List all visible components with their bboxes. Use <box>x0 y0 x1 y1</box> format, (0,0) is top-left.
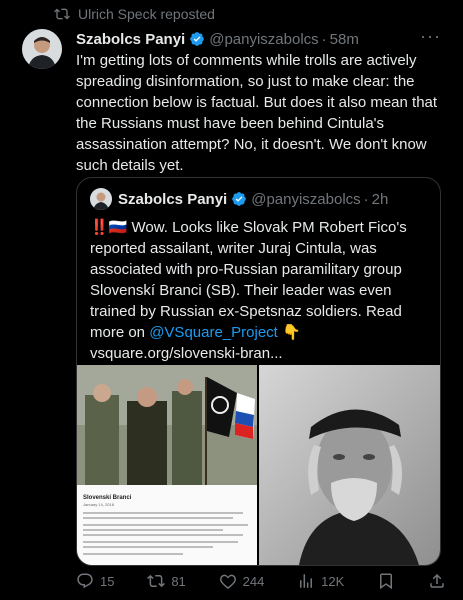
article-link[interactable]: vsquare.org/slovenski-bran... <box>90 345 283 362</box>
author-handle[interactable]: @panyiszabolcs <box>209 31 318 48</box>
views-button[interactable]: 12K <box>297 572 344 590</box>
view-count: 12K <box>321 573 345 589</box>
quoted-text-tail: 👇 <box>277 324 301 341</box>
verified-badge-icon <box>190 32 205 46</box>
bookmark-icon <box>380 573 393 590</box>
repost-icon <box>147 574 166 588</box>
separator-dot: · <box>321 30 327 48</box>
quoted-author-name[interactable]: Szabolcs Panyi <box>118 191 227 208</box>
share-icon <box>430 573 444 588</box>
verified-badge-icon <box>232 192 247 206</box>
paramilitary-photo[interactable]: Slovenskí Branci January 14, 2018 <box>77 365 257 565</box>
separator-dot: · <box>363 190 369 208</box>
more-options-icon[interactable]: ··· <box>420 26 441 47</box>
reply-count: 15 <box>100 573 115 589</box>
tweet-header: Szabolcs Panyi @panyiszabolcs · 58m <box>76 28 443 50</box>
quoted-author-handle[interactable]: @panyiszabolcs <box>251 191 360 208</box>
share-button[interactable] <box>428 572 446 590</box>
heart-icon <box>219 574 236 589</box>
portrait-photo[interactable] <box>259 365 440 565</box>
like-button[interactable]: 244 <box>219 572 265 590</box>
tweet-text: I'm getting lots of comments while troll… <box>76 52 438 174</box>
reply-button[interactable]: 15 <box>76 572 114 590</box>
quoted-tweet-header: Szabolcs Panyi @panyiszabolcs · 2h <box>90 188 388 210</box>
photo-caption: Slovenskí Branci <box>83 495 132 501</box>
quoted-tweet-text: ‼️🇷🇺 Wow. Looks like Slovak PM Robert Fi… <box>90 217 430 364</box>
tweet-timestamp[interactable]: 58m <box>330 31 359 48</box>
quoted-media: Slovenskí Branci January 14, 2018 <box>77 365 440 565</box>
quoted-author-avatar[interactable] <box>90 188 112 210</box>
author-avatar[interactable] <box>22 29 62 69</box>
quoted-text-body: ‼️🇷🇺 Wow. Looks like Slovak PM Robert Fi… <box>90 219 407 341</box>
views-chart-icon <box>300 574 313 588</box>
repost-indicator[interactable]: Ulrich Speck reposted <box>54 6 215 22</box>
quoted-tweet[interactable]: Szabolcs Panyi @panyiszabolcs · 2h ‼️🇷🇺 … <box>76 177 441 566</box>
like-count: 244 <box>242 573 265 589</box>
reply-icon <box>77 573 93 589</box>
repost-icon <box>54 8 70 20</box>
repost-button[interactable]: 81 <box>147 572 186 590</box>
author-name[interactable]: Szabolcs Panyi <box>76 31 185 48</box>
repost-label: Ulrich Speck reposted <box>78 6 215 22</box>
repost-count: 81 <box>171 573 186 589</box>
tweet-actions: 15 81 244 12K <box>76 572 446 590</box>
bookmark-button[interactable] <box>377 572 395 590</box>
photo-date: January 14, 2018 <box>83 502 115 507</box>
quoted-tweet-timestamp[interactable]: 2h <box>372 191 389 208</box>
mention-link[interactable]: @VSquare_Project <box>149 324 278 341</box>
